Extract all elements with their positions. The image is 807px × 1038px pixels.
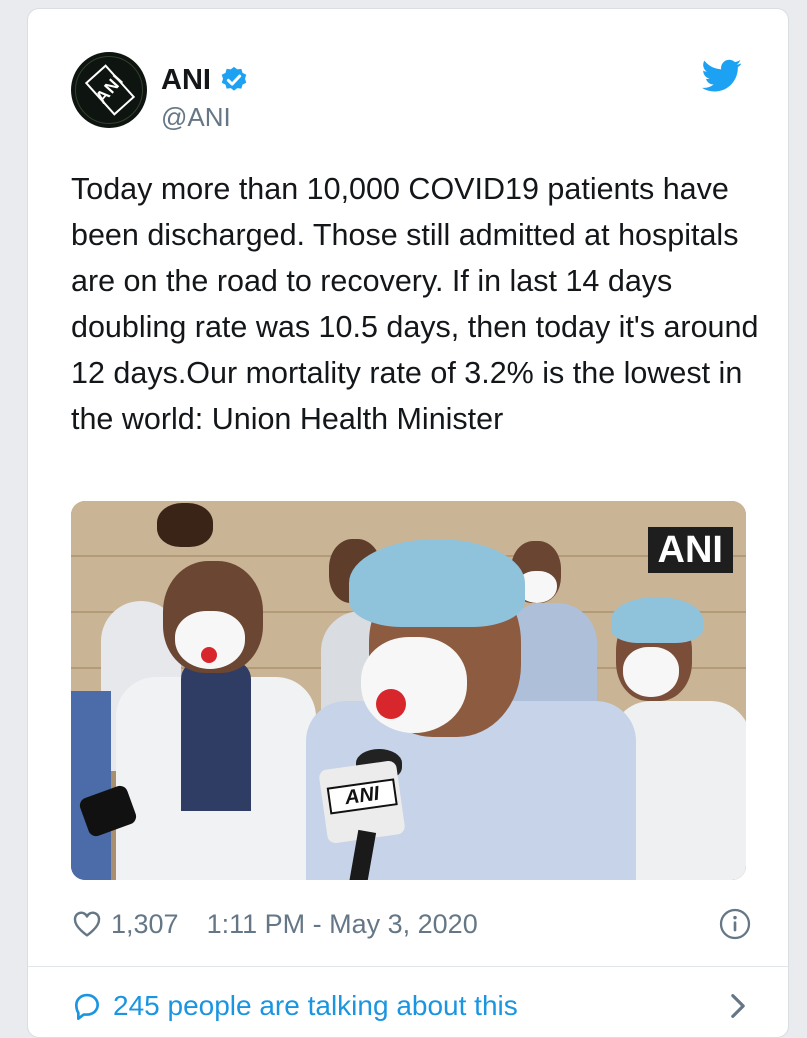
mask-valve	[201, 647, 217, 663]
mask-valve	[376, 689, 406, 719]
heart-icon[interactable]	[71, 908, 103, 940]
person-edge	[71, 691, 111, 880]
person-head	[157, 503, 213, 547]
author-display-name[interactable]: ANI	[161, 62, 211, 98]
tweet-meta-row: 1,307 1:11 PM - May 3, 2020	[71, 904, 751, 944]
conversation-label[interactable]: 245 people are talking about this	[113, 990, 518, 1022]
speech-bubble-icon	[75, 993, 99, 1020]
speaker-hair-cap	[349, 539, 525, 627]
avatar[interactable]: ANI	[71, 52, 147, 128]
tweet-card[interactable]: ANI ANI @ANI Today more than 10,000 COVI…	[27, 8, 790, 1038]
author-name-row[interactable]: ANI	[161, 62, 249, 98]
tweet-timestamp[interactable]: 1:11 PM - May 3, 2020	[207, 909, 478, 940]
like-count[interactable]: 1,307	[111, 909, 179, 940]
conversation-link[interactable]: 245 people are talking about this	[71, 984, 751, 1028]
microphone-label: ANI	[326, 778, 398, 815]
speaker-mask	[361, 637, 467, 733]
doctor-right-mask	[623, 647, 679, 697]
divider	[28, 966, 790, 967]
twitter-bird-icon[interactable]	[702, 59, 742, 93]
chevron-right-icon[interactable]	[725, 990, 751, 1022]
doctor-right-cap	[611, 597, 703, 643]
media-watermark: ANI	[647, 527, 733, 573]
doctor-left-shirt	[181, 661, 251, 811]
verified-badge-icon	[221, 66, 247, 91]
info-icon[interactable]	[719, 908, 751, 940]
tweet-media-image[interactable]: ANI ANI	[71, 501, 746, 880]
author-handle[interactable]: @ANI	[161, 102, 231, 132]
tweet-text: Today more than 10,000 COVID19 patients …	[71, 172, 759, 436]
